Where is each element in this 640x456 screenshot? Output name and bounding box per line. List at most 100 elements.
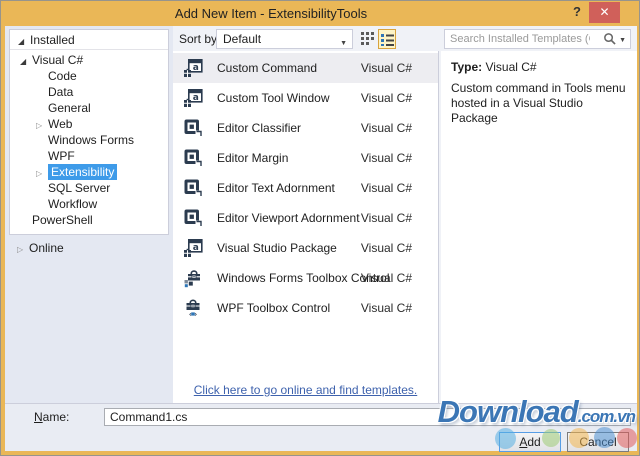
cancel-button[interactable]: Cancel [567,432,629,452]
template-name: Editor Viewport Adornment [217,211,360,225]
template-list: a Custom Command Visual C# a Custom Tool… [173,53,438,323]
package-command-icon: a [184,88,203,107]
template-language: Visual C# [360,121,412,135]
tree-item-label[interactable]: General [48,101,91,115]
template-list-item[interactable]: a Custom Tool Window Visual C# [173,83,438,113]
template-language: Visual C# [360,241,412,255]
template-name: Editor Text Adornment [217,181,335,195]
template-language: Visual C# [360,91,412,105]
tree-item[interactable]: ▷ Extensibility [10,164,168,180]
tree-item-label[interactable]: PowerShell [32,213,93,227]
tree-item[interactable]: Workflow [10,196,168,212]
editor-icon [184,119,202,137]
template-name: Custom Tool Window [217,91,330,105]
tree-item-label[interactable]: Workflow [48,197,97,211]
list-view-button[interactable] [378,29,396,49]
template-language: Visual C# [360,301,412,315]
tree-item[interactable]: PowerShell [10,212,168,228]
template-icon [183,178,203,198]
template-language: Visual C# [360,151,412,165]
svg-text:a: a [193,93,199,103]
tree-item[interactable]: ▷ Web [10,116,168,132]
sort-by-label: Sort by: [179,32,221,46]
close-button[interactable]: ✕ [589,2,620,23]
tree-item-label[interactable]: SQL Server [48,181,110,195]
template-list-item[interactable]: ‹ › WPF Toolbox Control Visual C# [173,293,438,323]
template-icon [183,208,203,228]
tree-item[interactable]: Windows Forms [10,132,168,148]
add-button[interactable]: Add [499,432,561,452]
template-icon: ‹ › [183,298,203,319]
search-input[interactable] [450,31,590,47]
footer-bar: Name: Add Cancel [5,403,637,452]
tree-item[interactable]: Code [10,68,168,84]
editor-icon [184,179,202,197]
categories-sidebar: ◢ Installed ◢ Visual C# Code Data General … [5,26,173,403]
tree-item-label[interactable]: Windows Forms [48,133,134,147]
template-list-item[interactable]: a Visual Studio Package Visual C# [173,233,438,263]
tree-expander-icon[interactable]: ▷ [17,241,29,259]
sort-by-dropdown[interactable]: Default ▼ [216,29,353,49]
dialog-content: ◢ Installed ◢ Visual C# Code Data General … [5,26,637,452]
template-name: Editor Classifier [217,121,302,135]
name-input[interactable] [104,408,631,426]
template-icon: a [183,88,203,108]
tree-item-label[interactable]: Data [48,85,73,99]
titlebar[interactable]: Add New Item - ExtensibilityTools ? ✕ [1,1,639,26]
list-view-icon [380,34,394,46]
search-icon [603,33,616,45]
tree-node-online[interactable]: ▷ Online [9,239,64,257]
name-label: Name: [34,410,70,424]
template-icon [183,268,203,288]
template-description: Custom command in Tools menu hosted in a… [451,81,626,125]
template-icon: a [183,238,203,258]
go-online-link[interactable]: Click here to go online and find templat… [173,383,438,397]
tree-item-label[interactable]: Web [48,117,72,131]
type-row: Type: Visual C# [451,60,537,74]
template-name: Editor Margin [217,151,289,165]
template-name: Custom Command [217,61,318,75]
template-language: Visual C# [360,271,412,285]
winforms-toolbox-icon [184,270,200,288]
wpf-toolbox-icon: ‹ › [186,299,200,319]
package-command-icon: a [184,238,203,257]
close-icon: ✕ [599,5,610,19]
template-icon [183,148,203,168]
package-command-icon: a [184,58,203,77]
tree-item-label[interactable]: WPF [48,149,75,163]
tree-expander-icon[interactable]: ◢ [18,32,30,52]
grid-view-icon [360,32,374,45]
template-details-panel: Type: Visual C# Custom command in Tools … [441,51,637,403]
tree-item-label[interactable]: Code [48,69,77,83]
tree-item[interactable]: ◢ Visual C# [10,52,168,68]
add-new-item-dialog: Add New Item - ExtensibilityTools ? ✕ ◢ I… [0,0,640,456]
chevron-down-icon[interactable]: ▼ [619,37,626,44]
template-list-panel: a Custom Command Visual C# a Custom Tool… [173,51,439,403]
template-list-item[interactable]: Editor Text Adornment Visual C# [173,173,438,203]
dialog-title: Add New Item - ExtensibilityTools [174,6,368,21]
sort-by-value: Default [223,32,262,46]
editor-icon [184,149,202,167]
search-box[interactable]: ▼ [444,29,631,49]
tree-item[interactable]: General [10,100,168,116]
tree-item[interactable]: SQL Server [10,180,168,196]
template-language: Visual C# [360,61,412,75]
tree-node-installed[interactable]: ◢ Installed [10,30,168,50]
tree-expander-icon[interactable]: ◢ [20,54,32,70]
tree-items: ◢ Visual C# Code Data General ▷ Web Window… [10,50,168,228]
template-list-item[interactable]: Windows Forms Toolbox Control Visual C# [173,263,438,293]
template-language: Visual C# [360,211,412,225]
small-icons-view-button[interactable] [358,29,376,49]
help-button[interactable]: ? [569,4,585,22]
template-icon [183,118,203,138]
template-list-item[interactable]: Editor Classifier Visual C# [173,113,438,143]
installed-tree: ◢ Installed ◢ Visual C# Code Data General … [9,29,169,235]
tree-item-label[interactable]: Visual C# [32,53,83,67]
tree-item[interactable]: WPF [10,148,168,164]
tree-item-label[interactable]: Extensibility [48,164,118,180]
svg-text:a: a [193,243,199,253]
template-list-item[interactable]: a Custom Command Visual C# [173,53,438,83]
tree-item[interactable]: Data [10,84,168,100]
template-list-item[interactable]: Editor Viewport Adornment Visual C# [173,203,438,233]
template-list-item[interactable]: Editor Margin Visual C# [173,143,438,173]
